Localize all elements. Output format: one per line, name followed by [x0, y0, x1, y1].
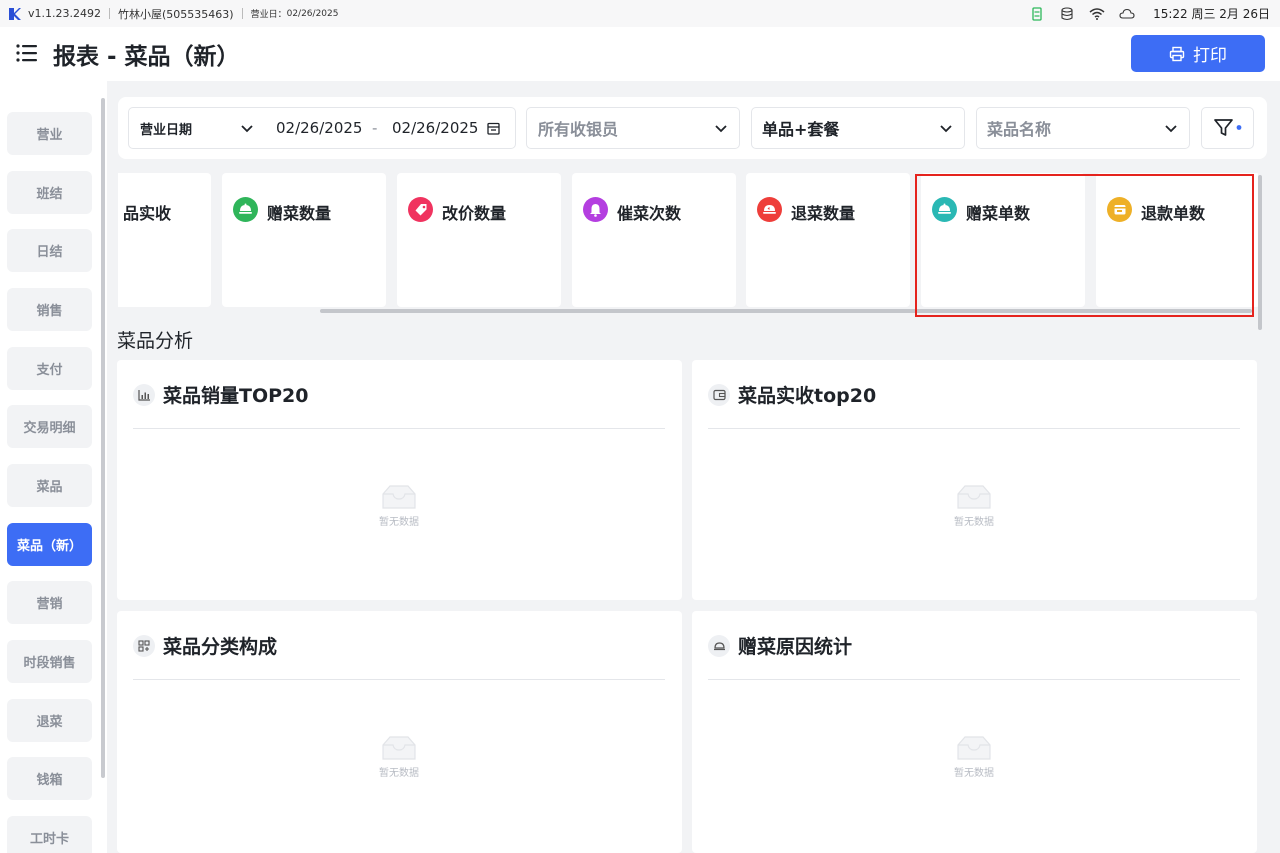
status-indicators: 15:22 周三 2月 26日: [1029, 0, 1270, 27]
stat-card-dish-revenue[interactable]: 品实收: [118, 173, 211, 307]
date-type-select[interactable]: 营业日期: [140, 119, 192, 138]
sidebar-item-timecard[interactable]: 工时卡: [7, 816, 92, 853]
chevron-down-icon: [1165, 125, 1177, 133]
cashier-select[interactable]: 所有收银员: [526, 107, 740, 149]
printer-icon: [1169, 46, 1185, 61]
empty-inbox-icon: [957, 736, 991, 760]
page-title: 报表 - 菜品（新）: [53, 44, 240, 70]
bell-icon: [583, 197, 608, 222]
section-title: 菜品分析: [117, 330, 194, 352]
advanced-filter-button[interactable]: [1201, 107, 1254, 149]
wallet-icon: [708, 384, 730, 406]
panel-title: 菜品实收top20: [738, 385, 877, 407]
item-type-select[interactable]: 单品+套餐: [751, 107, 965, 149]
card-label: 赠菜数量: [267, 204, 332, 223]
print-label: 打印: [1193, 46, 1227, 66]
date-start-input[interactable]: 02/26/2025: [276, 119, 362, 137]
card-label: 品实收: [123, 204, 172, 223]
panel-title: 菜品分类构成: [163, 636, 278, 658]
card-label: 退菜数量: [791, 204, 856, 223]
sidebar-item-cash-drawer[interactable]: 钱箱: [7, 757, 92, 800]
divider: [109, 8, 110, 19]
empty-state: 暂无数据: [369, 735, 429, 779]
panel-title: 赠菜原因统计: [738, 636, 853, 658]
print-button[interactable]: 打印: [1131, 35, 1265, 72]
filter-bar: 营业日期 02/26/2025 - 02/26/2025 所有收银员 单品+套餐…: [118, 97, 1267, 159]
battery-icon: [1029, 6, 1045, 21]
dish-name-placeholder: 菜品名称: [987, 120, 1052, 139]
panel-revenue-top20: 菜品实收top20 暂无数据: [692, 360, 1257, 600]
stat-card-price-change-qty[interactable]: 改价数量: [397, 173, 561, 307]
wifi-icon: [1089, 7, 1105, 21]
price-tag-icon: [408, 197, 433, 222]
store-name: 竹林小屋(505535463): [118, 7, 234, 21]
panel-category-composition: 菜品分类构成 暂无数据: [117, 611, 682, 853]
page-header: 报表 - 菜品（新） 打印: [0, 27, 1280, 81]
stat-card-return-qty[interactable]: 退菜数量: [746, 173, 910, 307]
gift-dish-icon: [233, 197, 258, 222]
date-range-filter[interactable]: 营业日期 02/26/2025 - 02/26/2025: [128, 107, 516, 149]
content-vertical-scrollbar[interactable]: [1258, 175, 1262, 330]
divider: [708, 428, 1240, 429]
empty-text: 暂无数据: [954, 517, 994, 528]
item-type-value: 单品+套餐: [762, 120, 840, 139]
chevron-down-icon: [715, 125, 727, 133]
database-icon: [1059, 6, 1075, 21]
dish-name-select[interactable]: 菜品名称: [976, 107, 1190, 149]
system-clock: 15:22 周三 2月 26日: [1153, 7, 1270, 21]
bar-chart-icon: [133, 384, 155, 406]
app-version: v1.1.23.2492: [28, 7, 101, 20]
cloud-icon: [1119, 7, 1135, 21]
empty-state: 暂无数据: [944, 484, 1004, 528]
divider: [708, 679, 1240, 680]
date-separator: -: [372, 119, 378, 137]
empty-text: 暂无数据: [379, 517, 419, 528]
panel-gift-reasons: 赠菜原因统计 暂无数据: [692, 611, 1257, 853]
sidebar-item-shift[interactable]: 班结: [7, 171, 92, 214]
chevron-down-icon: [940, 125, 952, 133]
cashier-value: 所有收银员: [538, 120, 619, 139]
sidebar-item-sales[interactable]: 销售: [7, 288, 92, 331]
highlight-annotation-box: [915, 174, 1254, 317]
empty-state: 暂无数据: [369, 484, 429, 528]
panel-sales-top20: 菜品销量TOP20 暂无数据: [117, 360, 682, 600]
sidebar-item-hourly-sales[interactable]: 时段销售: [7, 640, 92, 683]
business-day-label: 营业日：: [250, 10, 287, 20]
report-sidebar: 营业 班结 日结 销售 支付 交易明细 菜品 菜品（新） 营销 时段销售 退菜 …: [0, 81, 107, 853]
calendar-icon[interactable]: [487, 122, 500, 135]
card-label: 改价数量: [442, 204, 507, 223]
empty-inbox-icon: [957, 485, 991, 509]
business-day-value: 02/26/2025: [286, 8, 339, 19]
category-grid-icon: [133, 635, 155, 657]
sidebar-item-transactions[interactable]: 交易明细: [7, 405, 92, 448]
empty-state: 暂无数据: [944, 735, 1004, 779]
filter-icon: [1213, 119, 1241, 136]
empty-inbox-icon: [382, 485, 416, 509]
sidebar-scrollbar[interactable]: [101, 98, 105, 778]
panel-title: 菜品销量TOP20: [163, 385, 309, 407]
divider: [133, 679, 665, 680]
empty-text: 暂无数据: [379, 768, 419, 779]
stat-card-rush-count[interactable]: 催菜次数: [572, 173, 736, 307]
sidebar-item-daily[interactable]: 日结: [7, 229, 92, 272]
divider: [133, 428, 665, 429]
app-logo-icon: [9, 7, 21, 20]
sidebar-item-marketing[interactable]: 营销: [7, 581, 92, 624]
divider: [241, 8, 243, 19]
sidebar-item-dishes[interactable]: 菜品: [7, 464, 92, 507]
sidebar-item-dishes-new[interactable]: 菜品（新）: [7, 523, 92, 566]
dish-cover-icon: [708, 635, 730, 657]
date-end-input[interactable]: 02/26/2025: [392, 119, 478, 137]
empty-text: 暂无数据: [954, 768, 994, 779]
sidebar-item-returns[interactable]: 退菜: [7, 699, 92, 742]
menu-list-icon[interactable]: [16, 43, 38, 63]
empty-inbox-icon: [382, 736, 416, 760]
stat-card-gift-qty[interactable]: 赠菜数量: [222, 173, 386, 307]
system-status-bar: v1.1.23.2492 竹林小屋(505535463) 营业日： 02/26/…: [0, 0, 1280, 27]
sidebar-item-business[interactable]: 营业: [7, 112, 92, 155]
card-label: 催菜次数: [617, 204, 682, 223]
sidebar-item-payment[interactable]: 支付: [7, 347, 92, 390]
chevron-down-icon: [241, 125, 253, 133]
return-dish-icon: [757, 197, 782, 222]
